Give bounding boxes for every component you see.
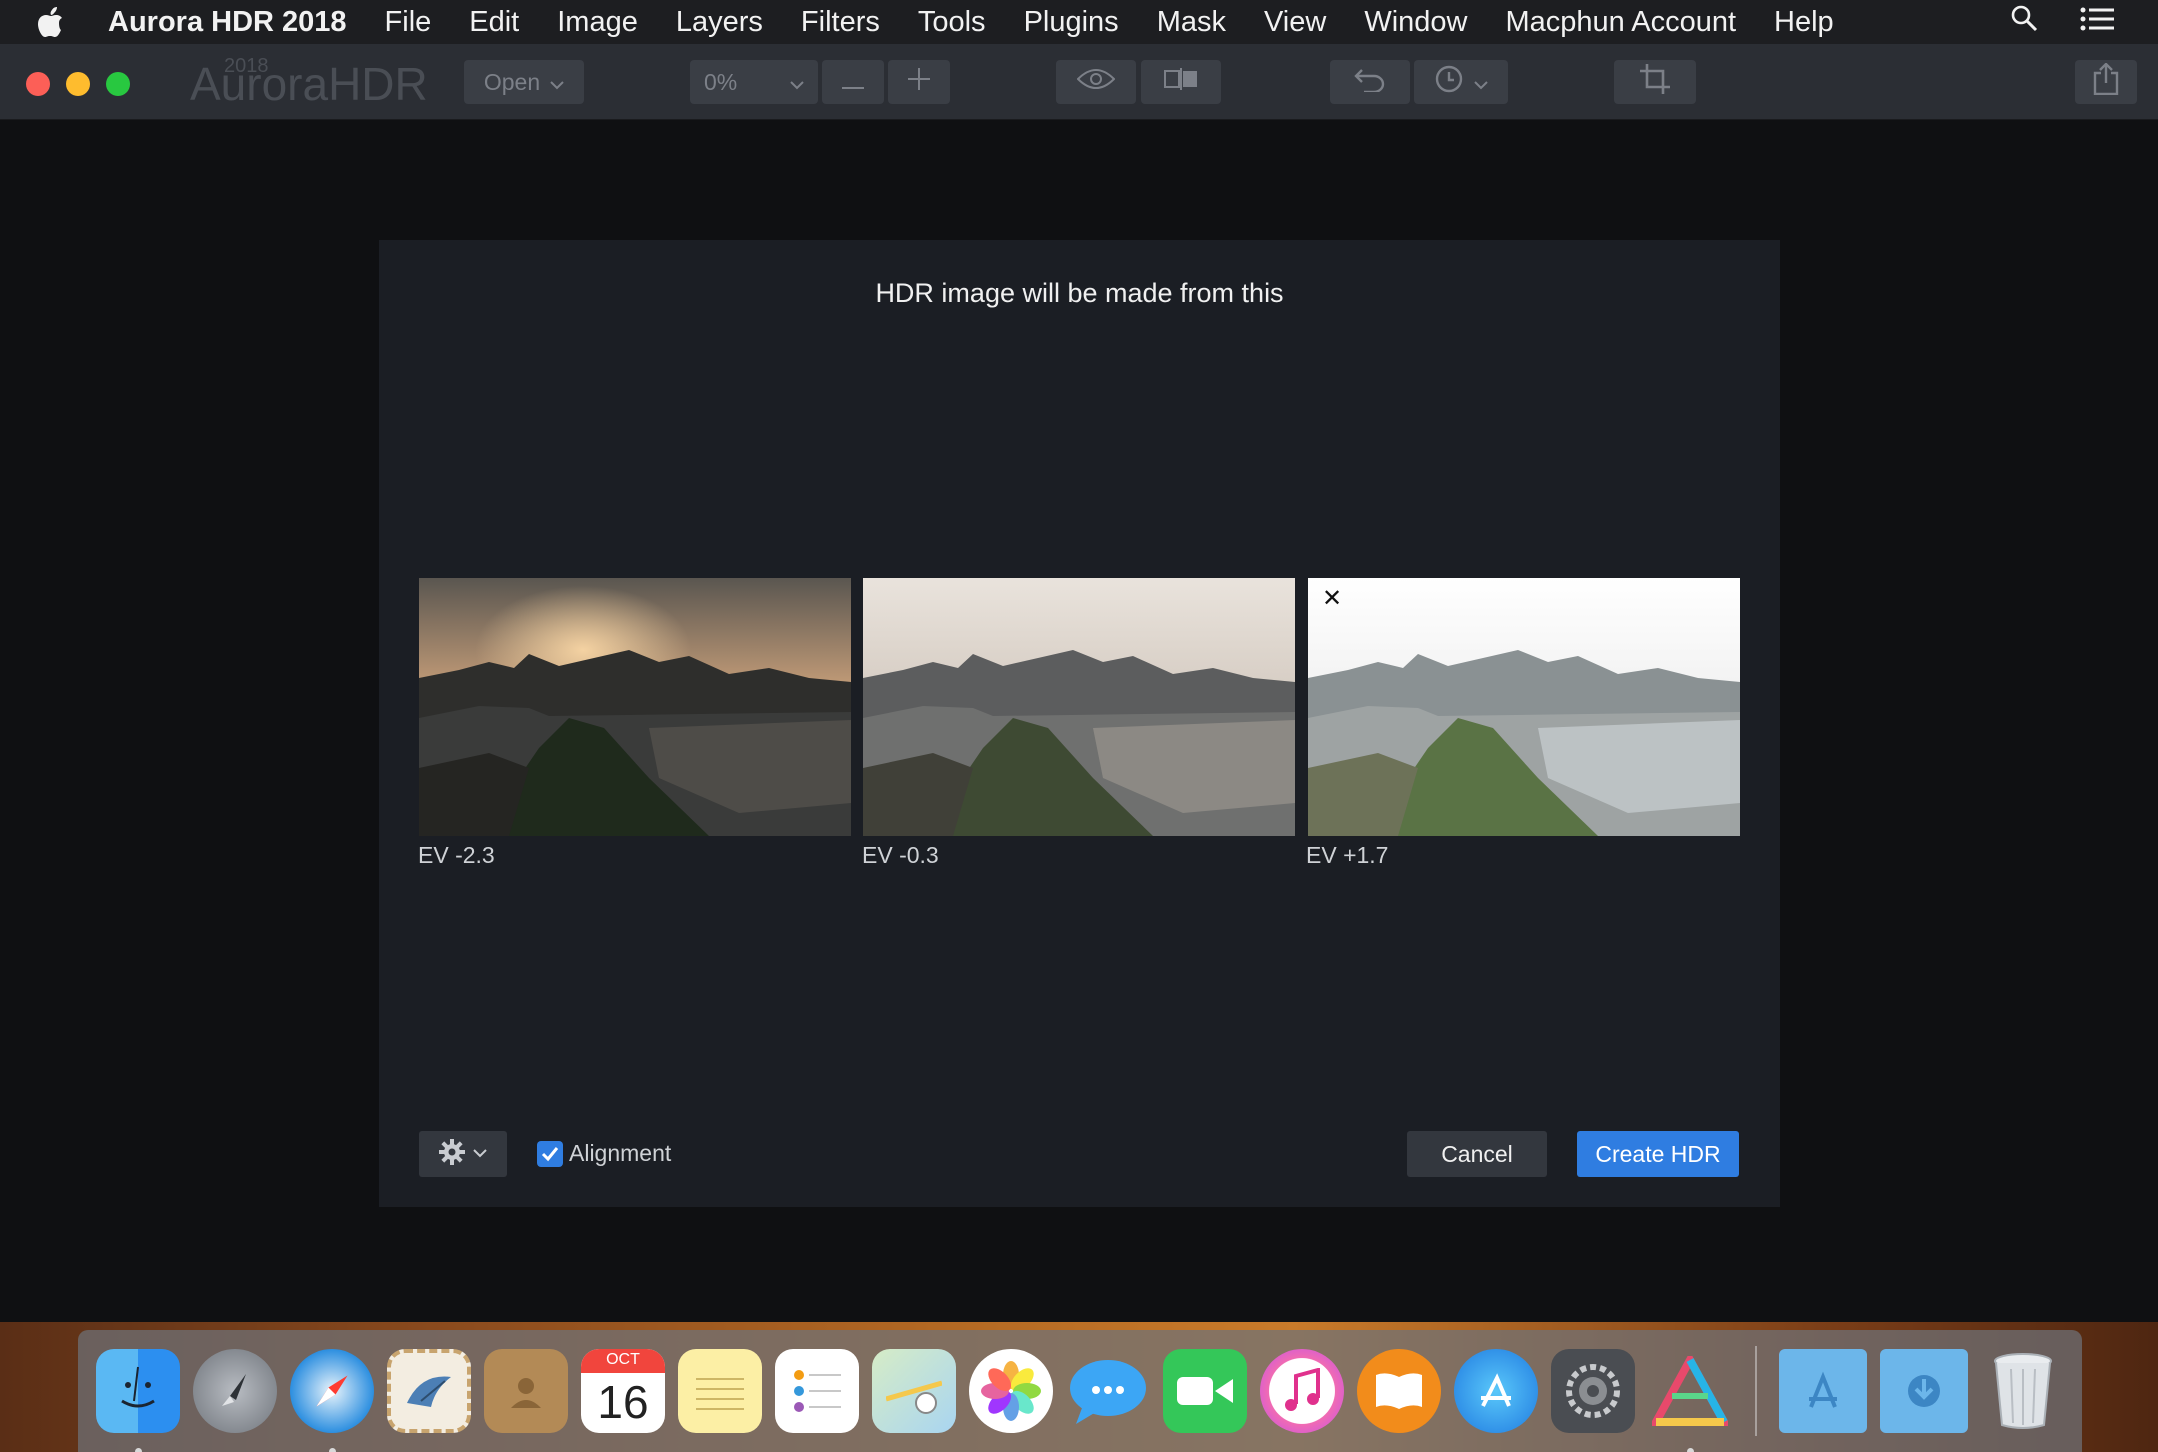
spotlight-search-icon[interactable] xyxy=(2010,4,2038,40)
mail-icon[interactable] xyxy=(387,1349,471,1433)
open-button[interactable]: Open xyxy=(464,60,584,104)
share-button[interactable] xyxy=(2075,60,2137,104)
chevron-down-icon xyxy=(790,69,804,96)
create-hdr-button[interactable]: Create HDR xyxy=(1577,1131,1739,1177)
cancel-button[interactable]: Cancel xyxy=(1407,1131,1547,1177)
crop-icon xyxy=(1639,63,1671,101)
calendar-day: 16 xyxy=(597,1376,649,1428)
preview-button[interactable] xyxy=(1056,60,1136,104)
image-1-ev-label: EV -2.3 xyxy=(418,842,495,868)
launchpad-icon[interactable] xyxy=(193,1349,277,1433)
logo-year: 2018 xyxy=(224,55,269,77)
eye-icon xyxy=(1076,68,1116,96)
bracket-image-1[interactable] xyxy=(419,578,851,836)
menu-mask[interactable]: Mask xyxy=(1157,0,1226,44)
image-2-ev-label: EV -0.3 xyxy=(862,842,939,868)
contacts-icon[interactable] xyxy=(484,1349,568,1433)
alignment-option[interactable]: Alignment xyxy=(537,1140,671,1167)
settings-dropdown-button[interactable] xyxy=(419,1131,507,1177)
photos-icon[interactable] xyxy=(969,1349,1053,1433)
running-indicator xyxy=(1687,1448,1694,1452)
window-zoom-button[interactable] xyxy=(106,72,130,96)
apple-icon[interactable] xyxy=(38,7,80,37)
aurora-hdr-icon[interactable] xyxy=(1648,1349,1732,1452)
plus-icon xyxy=(908,68,930,96)
itunes-icon[interactable] xyxy=(1260,1349,1344,1433)
remove-image-button[interactable]: ✕ xyxy=(1322,587,1344,611)
app-store-icon[interactable] xyxy=(1454,1349,1538,1433)
running-indicator xyxy=(135,1448,142,1452)
menu-bar: Aurora HDR 2018 File Edit Image Layers F… xyxy=(0,0,2158,44)
menu-layers[interactable]: Layers xyxy=(676,0,763,44)
share-icon xyxy=(2093,62,2119,101)
maps-icon[interactable] xyxy=(872,1349,956,1433)
compare-button[interactable] xyxy=(1141,60,1221,104)
alignment-checkbox[interactable] xyxy=(537,1140,563,1167)
dock: OCT 16 xyxy=(78,1330,2082,1452)
dialog-title: HDR image will be made from this xyxy=(875,278,1284,308)
menu-file[interactable]: File xyxy=(385,0,432,44)
calendar-month: OCT xyxy=(606,1351,640,1368)
gear-icon xyxy=(439,1138,465,1170)
safari-icon[interactable] xyxy=(290,1349,374,1452)
undo-button[interactable] xyxy=(1330,60,1410,104)
menu-filters[interactable]: Filters xyxy=(801,0,880,44)
bracket-image-2[interactable] xyxy=(863,578,1295,836)
aurora-logo: 2018 AuroraHDR xyxy=(190,54,428,114)
history-button[interactable] xyxy=(1414,60,1508,104)
messages-icon[interactable] xyxy=(1066,1349,1150,1433)
open-button-label: Open xyxy=(483,68,541,95)
trash-icon[interactable] xyxy=(1981,1349,2065,1433)
finder-icon[interactable] xyxy=(96,1349,180,1452)
reminders-icon[interactable] xyxy=(775,1349,859,1433)
window-close-button[interactable] xyxy=(26,72,50,96)
applications-folder-icon[interactable] xyxy=(1779,1349,1867,1433)
window-minimize-button[interactable] xyxy=(66,72,90,96)
menu-macphun-account[interactable]: Macphun Account xyxy=(1505,0,1736,44)
notification-center-icon[interactable] xyxy=(2080,6,2114,39)
menu-plugins[interactable]: Plugins xyxy=(1024,0,1119,44)
chevron-down-icon xyxy=(550,69,564,96)
crop-button[interactable] xyxy=(1614,60,1696,104)
hdr-merge-dialog: HDR image will be made from this EV -2.3 xyxy=(379,240,1780,1207)
chevron-down-icon xyxy=(1474,69,1488,96)
ibooks-icon[interactable] xyxy=(1357,1349,1441,1433)
bracket-image-3[interactable]: ✕ xyxy=(1308,578,1740,836)
clock-icon xyxy=(1434,64,1464,100)
undo-icon xyxy=(1354,66,1386,98)
menu-window[interactable]: Window xyxy=(1364,0,1467,44)
zoom-value: 0% xyxy=(704,68,738,95)
calendar-icon[interactable]: OCT 16 xyxy=(581,1349,665,1433)
facetime-icon[interactable] xyxy=(1163,1349,1247,1433)
dock-separator xyxy=(1755,1346,1757,1436)
menu-help[interactable]: Help xyxy=(1774,0,1834,44)
zoom-select[interactable]: 0% xyxy=(690,60,818,104)
menu-view[interactable]: View xyxy=(1264,0,1326,44)
menu-edit[interactable]: Edit xyxy=(469,0,519,44)
app-toolbar: 2018 AuroraHDR Open 0% xyxy=(0,44,2158,120)
menu-tools[interactable]: Tools xyxy=(918,0,986,44)
zoom-out-button[interactable] xyxy=(822,60,884,104)
system-preferences-icon[interactable] xyxy=(1551,1349,1635,1433)
alignment-label: Alignment xyxy=(569,1140,672,1166)
minus-icon xyxy=(842,69,864,96)
image-3-ev-label: EV +1.7 xyxy=(1306,842,1389,868)
notes-icon[interactable] xyxy=(678,1349,762,1433)
split-view-icon xyxy=(1164,68,1198,96)
running-indicator xyxy=(329,1448,336,1452)
menu-image[interactable]: Image xyxy=(557,0,638,44)
zoom-in-button[interactable] xyxy=(888,60,950,104)
chevron-down-icon xyxy=(473,1145,487,1163)
downloads-folder-icon[interactable] xyxy=(1880,1349,1968,1433)
